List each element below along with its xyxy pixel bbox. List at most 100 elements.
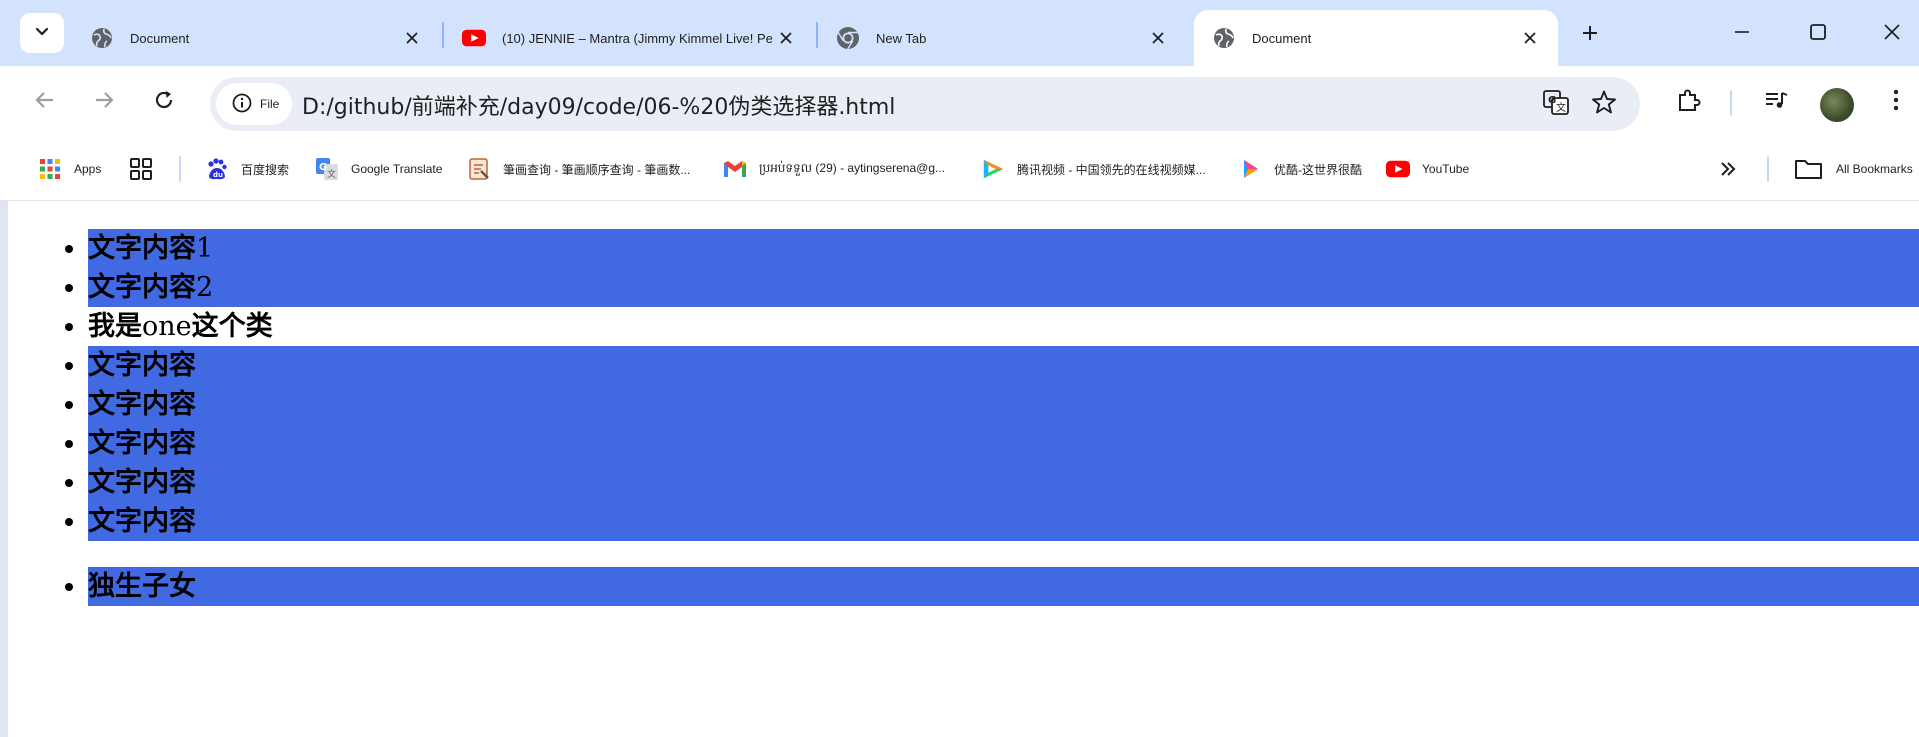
list-item: 文字内容2	[88, 268, 1919, 307]
translate-icon: G文	[1542, 88, 1570, 120]
list-item-bold-text: 文字内容	[88, 233, 196, 264]
list-one: 文字内容1 文字内容2 我是one这个类 文字内容 文字内容 文字内容 文字内容…	[88, 229, 1919, 541]
page-content: 文字内容1 文字内容2 我是one这个类 文字内容 文字内容 文字内容 文字内容…	[8, 202, 1919, 737]
list-item: 文字内容	[88, 346, 1919, 385]
info-icon	[232, 93, 252, 116]
svg-text:G: G	[1548, 95, 1556, 106]
folder-icon	[1794, 157, 1824, 181]
list-item-bold-text: 文字内容	[88, 506, 196, 537]
tab-search-button[interactable]	[20, 13, 64, 53]
google-translate-icon: G文	[315, 157, 339, 181]
list-item-bold-text: 文字内容	[88, 467, 196, 498]
browser-menu-button[interactable]	[1876, 82, 1916, 122]
gmail-icon	[723, 157, 747, 181]
media-controls-button[interactable]	[1756, 82, 1796, 122]
bookmark-label: 百度搜索	[241, 162, 290, 177]
bookmark-label: ប្រអប់ទទួល (29) - aytingserena@g...	[759, 161, 945, 175]
tab-document-1[interactable]: Document	[72, 10, 440, 66]
profile-avatar[interactable]	[1820, 88, 1854, 122]
browser-toolbar: File D:/github/前端补充/day09/code/06-%20伪类选…	[0, 66, 1919, 138]
address-bar[interactable]: File D:/github/前端补充/day09/code/06-%20伪类选…	[210, 77, 1640, 131]
minimize-icon	[1733, 23, 1751, 45]
reload-button[interactable]	[144, 82, 184, 122]
close-window-button[interactable]	[1864, 12, 1919, 56]
chevron-down-icon	[34, 23, 50, 43]
baidu-icon: du	[205, 157, 229, 181]
close-icon[interactable]	[1144, 24, 1172, 52]
bookmarks-overflow-button[interactable]	[1716, 154, 1752, 184]
bookmark-label: 筆画查询 - 筆画顺序查询 - 筆画数...	[503, 162, 691, 177]
list-item: 文字内容	[88, 424, 1919, 463]
list-two: 独生子女	[88, 567, 1919, 606]
list-item-bold-text: 文字内容	[88, 428, 196, 459]
bookmarks-separator	[179, 156, 181, 182]
svg-text:文: 文	[327, 168, 336, 180]
bookmark-label: YouTube	[1422, 162, 1470, 176]
back-button[interactable]	[25, 82, 65, 122]
tab-title: New Tab	[876, 30, 927, 46]
close-icon	[1883, 23, 1901, 45]
url-text[interactable]: D:/github/前端补充/day09/code/06-%20伪类选择器.ht…	[302, 89, 895, 121]
list-item-plain-text: 1	[196, 233, 214, 264]
double-chevron-right-icon	[1716, 157, 1740, 181]
arrow-right-icon	[93, 89, 115, 115]
bookmark-baidu[interactable]: du 百度搜索	[205, 154, 289, 184]
puzzle-icon	[1676, 87, 1702, 117]
maximize-icon	[1809, 23, 1827, 45]
minimize-button[interactable]	[1712, 12, 1772, 56]
svg-text:G: G	[319, 162, 327, 173]
bookmark-label: 优酷-这世界很酷	[1274, 162, 1362, 177]
all-bookmarks-button[interactable]: All Bookmarks	[1794, 154, 1913, 184]
tab-title: Document	[1252, 30, 1312, 46]
list-item: 文字内容1	[88, 229, 1919, 268]
tab-new-tab[interactable]: New Tab	[818, 10, 1186, 66]
svg-text:文: 文	[1556, 101, 1566, 114]
tab-youtube[interactable]: (10) JENNIE – Mantra (Jimmy Kimmel Live!…	[444, 10, 814, 66]
extensions-button[interactable]	[1669, 82, 1709, 122]
close-icon[interactable]	[398, 24, 426, 52]
bookmarks-separator	[1767, 156, 1769, 182]
bookmark-stroke-query[interactable]: 筆画查询 - 筆画顺序查询 - 筆画数...	[467, 154, 690, 184]
tab-title: (10) JENNIE – Mantra (Jimmy Kimmel Live!…	[502, 30, 772, 46]
tab-groups-button[interactable]	[129, 154, 165, 184]
bookmark-google-translate[interactable]: G文 Google Translate	[315, 154, 442, 184]
list-item: 独生子女	[88, 567, 1919, 606]
arrow-left-icon	[34, 89, 56, 115]
site-info-chip[interactable]: File	[216, 83, 292, 125]
list-item-bold-text: 文字内容	[88, 389, 196, 420]
list-item: 文字内容	[88, 463, 1919, 502]
close-icon[interactable]	[772, 24, 800, 52]
maximize-button[interactable]	[1788, 12, 1848, 56]
bookmark-youku[interactable]: 优酷-这世界很酷	[1238, 154, 1362, 184]
forward-button[interactable]	[84, 82, 124, 122]
list-item-bold-text: 文字内容	[88, 272, 196, 303]
tab-document-active[interactable]: Document	[1194, 10, 1558, 66]
new-tab-button[interactable]	[1572, 17, 1608, 53]
list-item-bold-text: 文字内容	[88, 350, 196, 381]
bookmark-label: 腾讯视频 - 中国领先的在线视频媒...	[1017, 162, 1206, 177]
bookmark-tencent-video[interactable]: 腾讯视频 - 中国领先的在线视频媒...	[981, 154, 1206, 184]
music-queue-icon	[1763, 87, 1789, 117]
bookmark-gmail[interactable]: ប្រអប់ទទួល (29) - aytingserena@g...	[723, 154, 945, 184]
toolbar-separator	[1730, 90, 1732, 116]
plus-icon	[1581, 24, 1599, 46]
globe-icon	[1212, 26, 1236, 50]
tab-strip: Document (10) JENNIE – Mantra (Jimmy Kim…	[0, 0, 1919, 66]
bookmark-apps[interactable]: Apps	[38, 154, 101, 184]
kebab-menu-icon	[1892, 88, 1900, 116]
svg-text:du: du	[213, 171, 223, 179]
bookmark-label: Apps	[74, 162, 102, 176]
youku-icon	[1238, 157, 1262, 181]
list-item-bold-text: 独生子女	[88, 571, 196, 602]
bookmark-label: Google Translate	[351, 162, 443, 176]
bookmark-youtube[interactable]: YouTube	[1386, 154, 1469, 184]
youtube-icon	[462, 26, 486, 50]
list-item-bold-tail: 这个类	[191, 311, 273, 342]
translate-page-button[interactable]: G文	[1538, 86, 1574, 122]
list-item: 文字内容	[88, 385, 1919, 424]
bookmark-star-button[interactable]	[1586, 86, 1622, 122]
all-bookmarks-label: All Bookmarks	[1836, 162, 1913, 176]
list-item: 文字内容	[88, 502, 1919, 541]
close-icon[interactable]	[1516, 24, 1544, 52]
list-item-plain-text: one	[142, 311, 192, 342]
